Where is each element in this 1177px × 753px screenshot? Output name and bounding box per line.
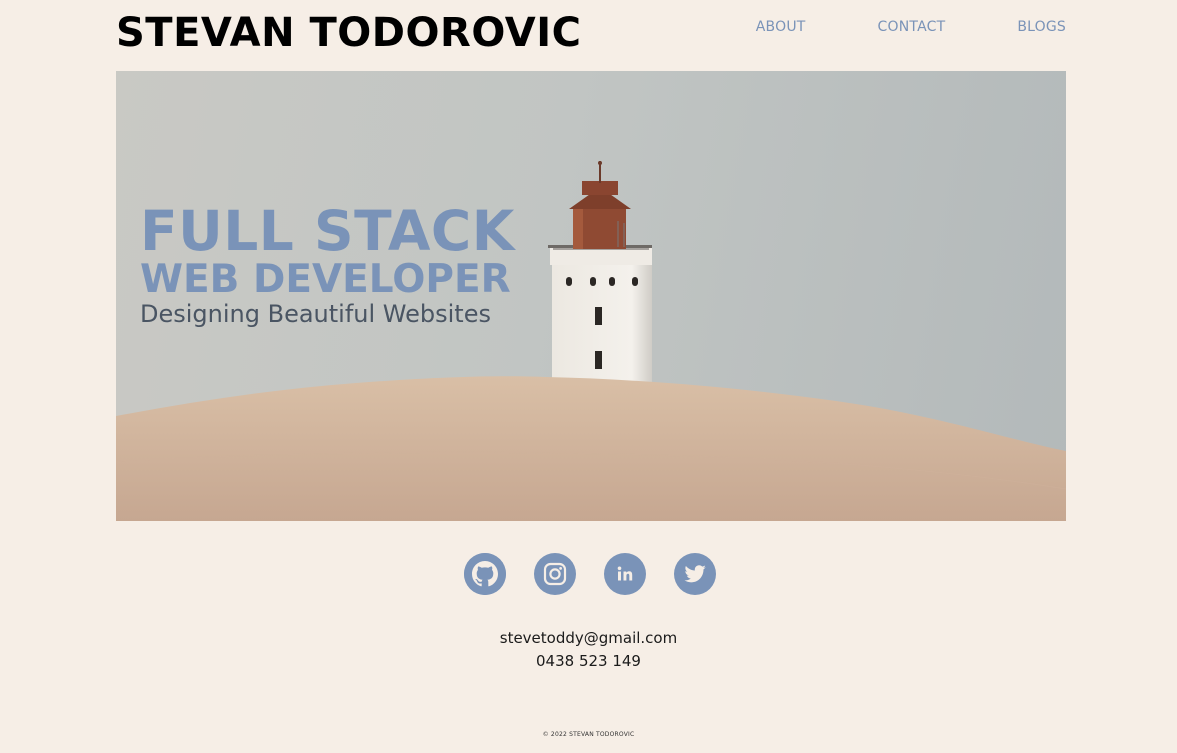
nav-contact-link[interactable]: CONTACT	[878, 17, 946, 37]
twitter-icon	[684, 565, 706, 583]
nav-about-link[interactable]: ABOUT	[756, 17, 806, 37]
lighthouse	[548, 161, 652, 391]
social-links	[464, 553, 716, 595]
phone-number[interactable]: 0438 523 149	[0, 650, 1177, 673]
site-header: STEVAN TODOROVIC ABOUT CONTACT BLOGS	[116, 0, 1066, 71]
footer: © 2022 STEVAN TODOROVIC	[0, 731, 1177, 738]
github-link[interactable]	[464, 553, 506, 595]
contact-info: stevetoddy@gmail.com 0438 523 149	[0, 627, 1177, 673]
sand-dune	[116, 376, 1066, 521]
instagram-link[interactable]	[534, 553, 576, 595]
hero-text: FULL STACK WEB DEVELOPER Designing Beaut…	[140, 199, 515, 329]
linkedin-icon	[617, 566, 633, 581]
linkedin-link[interactable]	[604, 553, 646, 595]
github-icon	[464, 553, 506, 595]
instagram-icon	[543, 562, 567, 586]
email-address[interactable]: stevetoddy@gmail.com	[0, 627, 1177, 650]
site-title[interactable]: STEVAN TODOROVIC	[116, 9, 581, 57]
page: STEVAN TODOROVIC ABOUT CONTACT BLOGS FUL…	[0, 0, 1177, 753]
nav-blogs-link[interactable]: BLOGS	[1017, 17, 1066, 37]
hero-banner: FULL STACK WEB DEVELOPER Designing Beaut…	[116, 71, 1066, 521]
copyright-text: © 2022 STEVAN TODOROVIC	[542, 731, 635, 738]
twitter-link[interactable]	[674, 553, 716, 595]
hero-headline: FULL STACK	[140, 199, 515, 263]
main-nav: ABOUT CONTACT BLOGS	[756, 17, 1066, 37]
hero-tagline: Designing Beautiful Websites	[140, 300, 491, 328]
hero-subheadline: WEB DEVELOPER	[140, 257, 511, 302]
